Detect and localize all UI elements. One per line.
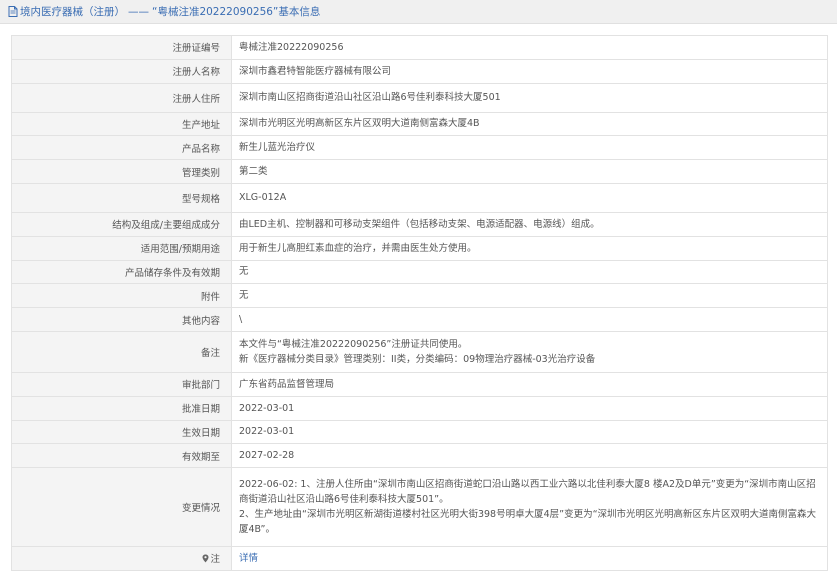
table-row: 批准日期 2022-03-01 <box>11 395 828 421</box>
row-label: 管理类别 <box>11 159 232 184</box>
table-row: 生产地址 深圳市光明区光明高新区东片区双明大道南侧富森大厦4B <box>11 111 828 137</box>
table-row: 生效日期 2022-03-01 <box>11 419 828 445</box>
table-row: 注册人住所 深圳市南山区招商街道沿山社区沿山路6号佳利泰科技大厦501 <box>11 82 828 113</box>
note-label: 注 <box>202 551 220 565</box>
table-row: 备注 本文件与“粤械注准20222090256”注册证共同使用。 新《医疗器械分… <box>11 330 828 373</box>
remarks-line-2: 新《医疗器械分类目录》管理类别：II类，分类编码：09物理治疗器械-03光治疗设… <box>239 353 596 365</box>
detail-link[interactable]: 详情 <box>239 553 258 564</box>
table-row: 变更情况 2022-06-02: 1、注册人住所由“深圳市南山区招商街道蛇口沿山… <box>11 467 828 548</box>
row-value: 粤械注准20222090256 <box>231 35 828 60</box>
table-row: 其他内容 \ <box>11 307 828 332</box>
note-value: 详情 <box>231 546 828 571</box>
table-row: 产品储存条件及有效期 无 <box>11 259 828 285</box>
row-label: 附件 <box>11 283 232 309</box>
row-label: 审批部门 <box>11 371 232 397</box>
changes-value: 2022-06-02: 1、注册人住所由“深圳市南山区招商街道蛇口沿山路以西工业… <box>231 467 828 548</box>
row-value: XLG-012A <box>231 182 828 213</box>
row-label: 批准日期 <box>11 395 232 421</box>
header-title: “粤械注准20222090256” <box>152 6 279 18</box>
row-label: 其他内容 <box>11 307 232 332</box>
table-row: 产品名称 新生儿蓝光治疗仪 <box>11 135 828 161</box>
changes-text-2: 2、生产地址由“深圳市光明区新湖街道楼村社区光明大街398号明卓大厦4层”变更为… <box>239 509 816 536</box>
row-value: 深圳市南山区招商街道沿山社区沿山路6号佳利泰科技大厦501 <box>231 82 828 113</box>
row-value: 由LED主机、控制器和可移动支架组件（包括移动支架、电源适配器、电源线）组成。 <box>231 211 828 237</box>
row-value: 2022-03-01 <box>231 419 828 445</box>
row-label: 注册人名称 <box>11 58 232 84</box>
changes-label: 变更情况 <box>11 467 232 548</box>
table-row: 结构及组成/主要组成成分 由LED主机、控制器和可移动支架组件（包括移动支架、电… <box>11 211 828 237</box>
row-value: 用于新生儿高胆红素血症的治疗，并需由医生处方使用。 <box>231 235 828 261</box>
remarks-label: 备注 <box>11 330 232 373</box>
remarks-line-1: 本文件与“粤械注准20222090256”注册证共同使用。 <box>239 338 468 350</box>
row-value: 2027-02-28 <box>231 443 828 469</box>
header-separator: —— <box>128 5 149 18</box>
pin-icon <box>202 554 209 563</box>
note-label-cell: 注 <box>11 546 232 571</box>
row-label: 产品储存条件及有效期 <box>11 259 232 285</box>
table-row: 管理类别 第二类 <box>11 159 828 184</box>
row-value: 2022-03-01 <box>231 395 828 421</box>
row-value: 深圳市鑫君特智能医疗器械有限公司 <box>231 58 828 84</box>
table-row: 附件 无 <box>11 283 828 309</box>
row-label: 型号规格 <box>11 182 232 213</box>
row-value: 深圳市光明区光明高新区东片区双明大道南侧富森大厦4B <box>231 111 828 137</box>
table-row: 注册人名称 深圳市鑫君特智能医疗器械有限公司 <box>11 58 828 84</box>
document-icon <box>8 6 18 17</box>
row-label: 产品名称 <box>11 135 232 161</box>
remarks-value: 本文件与“粤械注准20222090256”注册证共同使用。 新《医疗器械分类目录… <box>231 330 828 373</box>
header-suffix: 基本信息 <box>278 6 321 18</box>
table-row: 型号规格 XLG-012A <box>11 182 828 213</box>
table-row: 注册证编号 粤械注准20222090256 <box>11 35 828 60</box>
row-label: 生效日期 <box>11 419 232 445</box>
info-table: 注册证编号 粤械注准20222090256 注册人名称 深圳市鑫君特智能医疗器械… <box>11 35 828 571</box>
note-label-text: 注 <box>210 554 220 566</box>
row-value: 第二类 <box>231 159 828 184</box>
row-value: \ <box>231 307 828 332</box>
table-row: 有效期至 2027-02-28 <box>11 443 828 469</box>
row-label: 有效期至 <box>11 443 232 469</box>
table-row: 注 详情 <box>11 546 828 571</box>
table-row: 审批部门 广东省药品监督管理局 <box>11 371 828 397</box>
row-label: 生产地址 <box>11 111 232 137</box>
row-value: 无 <box>231 259 828 285</box>
table-row: 适用范围/预期用途 用于新生儿高胆红素血症的治疗，并需由医生处方使用。 <box>11 235 828 261</box>
header-prefix: 境内医疗器械（注册） <box>20 6 125 18</box>
row-value: 新生儿蓝光治疗仪 <box>231 135 828 161</box>
page-header: 境内医疗器械（注册） —— “粤械注准20222090256” 基本信息 <box>0 0 837 24</box>
row-label: 适用范围/预期用途 <box>11 235 232 261</box>
row-label: 结构及组成/主要组成成分 <box>11 211 232 237</box>
row-label: 注册证编号 <box>11 35 232 60</box>
changes-text-1: 2022-06-02: 1、注册人住所由“深圳市南山区招商街道蛇口沿山路以西工业… <box>239 479 816 506</box>
row-label: 注册人住所 <box>11 82 232 113</box>
row-value: 无 <box>231 283 828 309</box>
row-value: 广东省药品监督管理局 <box>231 371 828 397</box>
